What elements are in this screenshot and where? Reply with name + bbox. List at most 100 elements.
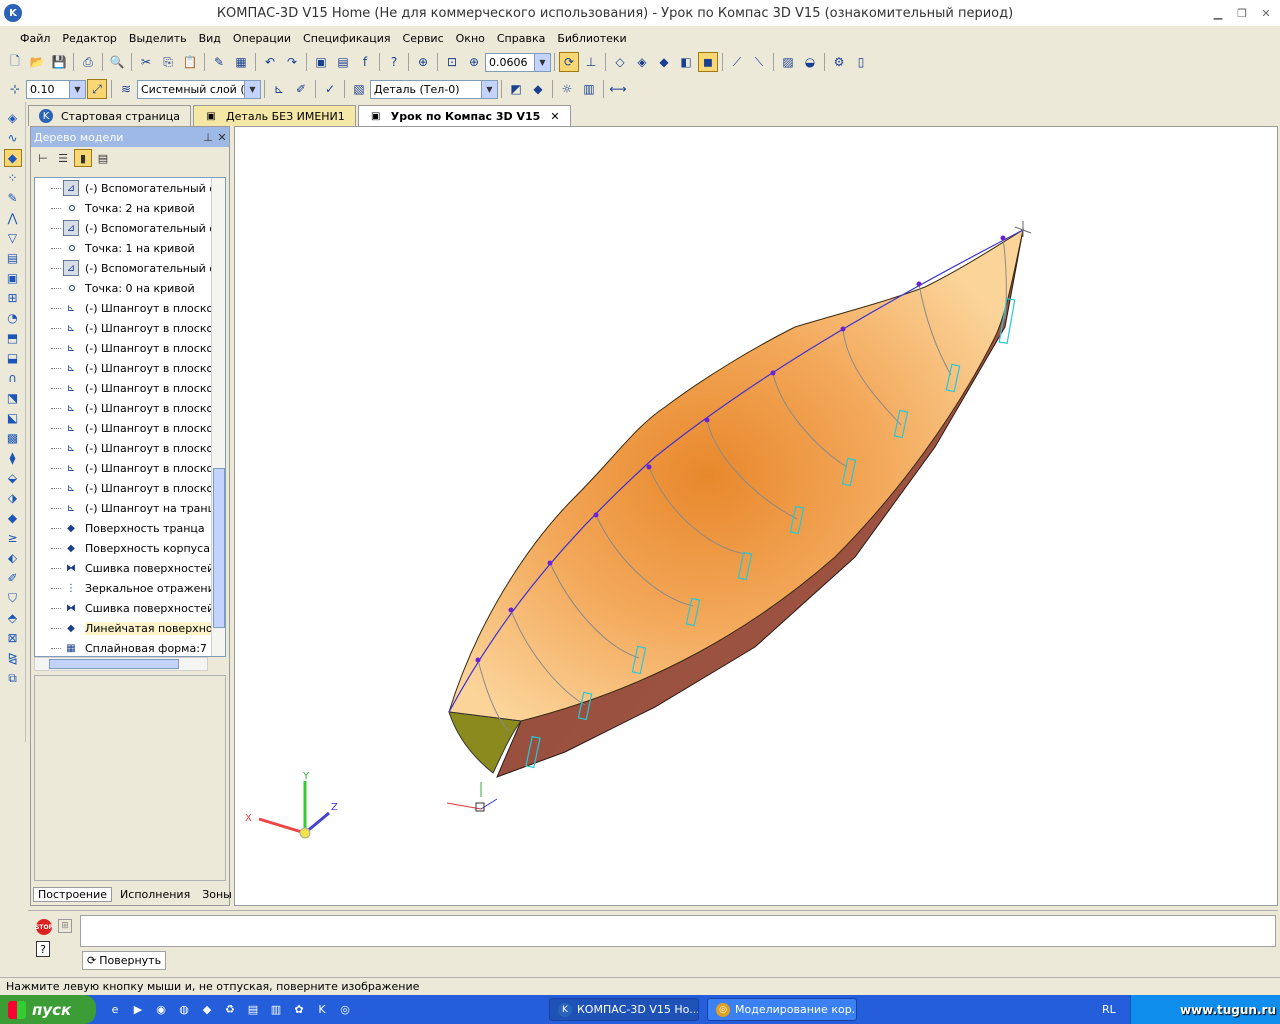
planar-surface-icon[interactable]: ◆ — [4, 509, 22, 527]
menu-help[interactable]: Справка — [491, 32, 551, 45]
copy-icon[interactable]: ⎘ — [158, 52, 178, 72]
save-icon[interactable]: 💾 — [49, 52, 69, 72]
chevron-down-icon[interactable]: ▼ — [534, 53, 550, 71]
menu-specification[interactable]: Спецификация — [297, 32, 396, 45]
preview-icon[interactable]: 🔍 — [107, 52, 127, 72]
hidden-lines-icon[interactable]: ◈ — [632, 52, 652, 72]
spec-icon[interactable]: ▤ — [4, 249, 22, 267]
feature-icon[interactable]: ✓ — [320, 79, 340, 99]
close-icon[interactable]: ✕ — [1256, 5, 1276, 21]
rotate-surface-icon[interactable]: ⬓ — [4, 349, 22, 367]
chevron-down-icon[interactable]: ▼ — [481, 80, 497, 98]
tree-item[interactable]: ⊾ (-) Шпангоут в плоскост — [35, 398, 225, 418]
surfaces-icon[interactable]: ◆ — [3, 149, 22, 167]
tree-horizontal-scrollbar[interactable] — [34, 657, 208, 671]
tools-icon[interactable]: ▯ — [851, 52, 871, 72]
mirror-tool-icon[interactable]: ⧎ — [4, 649, 22, 667]
rotate-icon[interactable]: ⟳ — [559, 52, 579, 72]
help-button[interactable]: ? — [36, 941, 50, 957]
menu-view[interactable]: Вид — [193, 32, 227, 45]
library-icon[interactable]: ⚙ — [829, 52, 849, 72]
patch-icon[interactable]: ⬕ — [4, 409, 22, 427]
model-viewport[interactable]: Y X Z — [234, 126, 1278, 906]
tree-item[interactable]: ⊿ (-) Вспомогательный от — [35, 178, 225, 198]
tree-item[interactable]: ⋮ Зеркальное отражение — [35, 578, 225, 598]
snap-icon[interactable]: ⤢ — [87, 79, 107, 99]
ruled-surface-tool-icon[interactable]: ⧫ — [4, 449, 22, 467]
close-icon[interactable]: ✕ — [550, 110, 559, 123]
tab-variants[interactable]: Исполнения — [116, 888, 194, 901]
report-icon[interactable]: ▣ — [4, 269, 22, 287]
points-icon[interactable]: ⁘ — [4, 169, 22, 187]
body-combo[interactable]: Деталь (Тел-0) ▼ — [370, 79, 498, 99]
recycle-icon[interactable]: ♻ — [221, 1001, 239, 1019]
material-icon[interactable]: ◒ — [800, 52, 820, 72]
scroll-thumb[interactable] — [49, 659, 179, 669]
tree-item[interactable]: Точка: 0 на кривой — [35, 278, 225, 298]
tree-list-icon[interactable]: ☰ — [54, 149, 72, 167]
wireframe-icon[interactable]: ◇ — [610, 52, 630, 72]
body-icon[interactable]: ▧ — [349, 79, 369, 99]
notepad-icon[interactable]: ▤ — [244, 1001, 262, 1019]
sketch-mode-icon[interactable]: ✐ — [291, 79, 311, 99]
paint-icon[interactable]: ✿ — [290, 1001, 308, 1019]
rotate-button[interactable]: ⟳ Повернуть — [82, 951, 167, 970]
pin-app-icon[interactable]: ◆ — [198, 1001, 216, 1019]
restore-icon[interactable]: ❐ — [1232, 5, 1252, 21]
stop-button[interactable]: STOP — [35, 919, 53, 935]
variables-icon[interactable]: ▤ — [333, 52, 353, 72]
menu-libraries[interactable]: Библиотеки — [551, 32, 632, 45]
tree-item[interactable]: ⧓ Сшивка поверхностей:3 — [35, 598, 225, 618]
tree-view-icon[interactable]: ▮ — [74, 149, 92, 167]
paste-icon[interactable]: 📋 — [180, 52, 200, 72]
tree-structure-icon[interactable]: ⊢ — [34, 149, 52, 167]
kinematic-icon[interactable]: ∩ — [4, 369, 22, 387]
restore-tool-icon[interactable]: ⧉ — [4, 669, 22, 687]
chevron-down-icon[interactable]: ▼ — [244, 80, 260, 98]
zoom-window-icon[interactable]: ⊕ — [413, 52, 433, 72]
new-file-icon[interactable]: 🗋 — [5, 52, 25, 72]
taskbar-item-kompas[interactable]: K КОМПАС-3D V15 Ho... — [549, 998, 699, 1021]
section-icon[interactable]: ⟋ — [727, 52, 747, 72]
cube-icon[interactable]: ▨ — [778, 52, 798, 72]
tree-item[interactable]: ⊾ (-) Шпангоут в плоскост — [35, 338, 225, 358]
kmplayer-icon[interactable]: ◉ — [152, 1001, 170, 1019]
layer-icon[interactable]: ≋ — [116, 79, 136, 99]
color-icon[interactable]: ◆ — [528, 79, 548, 99]
tree-item[interactable]: Точка: 1 на кривой — [35, 238, 225, 258]
stitch-tool-icon[interactable]: ⛉ — [4, 589, 22, 607]
mesh-surface-icon[interactable]: ▩ — [4, 429, 22, 447]
halftone-edges-icon[interactable]: ◼ — [698, 52, 718, 72]
tree-item[interactable]: ⊾ (-) Шпангоут в плоскост — [35, 478, 225, 498]
tree-item[interactable]: ▦ Сплайновая форма:7 — [35, 638, 225, 656]
light-icon[interactable]: ☼ — [557, 79, 577, 99]
tree-item[interactable]: ⧓ Сшивка поверхностей:2 — [35, 558, 225, 578]
print-icon[interactable]: ⎙ — [78, 52, 98, 72]
tree-vertical-scrollbar[interactable] — [211, 178, 225, 656]
tree-item[interactable]: ⊾ (-) Шпангоут в плоскост — [35, 418, 225, 438]
extrude-icon[interactable]: ⬒ — [4, 329, 22, 347]
tree-item[interactable]: ◆ Поверхность транца — [35, 518, 225, 538]
step-cursor-icon[interactable]: ⊹ — [5, 79, 25, 99]
note-icon[interactable]: ▥ — [267, 1001, 285, 1019]
extend-icon[interactable]: ≥ — [4, 529, 22, 547]
pin-icon[interactable]: ⊥ — [201, 131, 215, 144]
help-pointer-icon[interactable]: ? — [384, 52, 404, 72]
offset-surface-icon[interactable]: ⬙ — [4, 469, 22, 487]
minimize-icon[interactable]: ▁ — [1208, 5, 1228, 21]
edit-icon[interactable]: ✎ — [4, 189, 22, 207]
firefox-icon[interactable]: ◍ — [175, 1001, 193, 1019]
menu-window[interactable]: Окно — [450, 32, 491, 45]
tree-item[interactable]: ⊾ (-) Шпангоут в плоскост — [35, 378, 225, 398]
scroll-thumb[interactable] — [213, 468, 225, 628]
split-icon[interactable]: ✐ — [4, 569, 22, 587]
tree-item[interactable]: ◆ Линейчатая поверхност — [35, 618, 225, 638]
tree-item[interactable]: ⊿ (-) Вспомогательный от — [35, 218, 225, 238]
halftone-icon[interactable]: ◧ — [676, 52, 696, 72]
layer-combo[interactable]: Системный слой (0) ▼ — [137, 79, 261, 99]
ie-icon[interactable]: e — [106, 1001, 124, 1019]
kompas-icon[interactable]: K — [313, 1001, 331, 1019]
network-icon[interactable]: ⊠ — [4, 629, 22, 647]
hull-model[interactable]: Y X Z — [235, 127, 1278, 906]
close-icon[interactable]: ✕ — [215, 131, 229, 144]
